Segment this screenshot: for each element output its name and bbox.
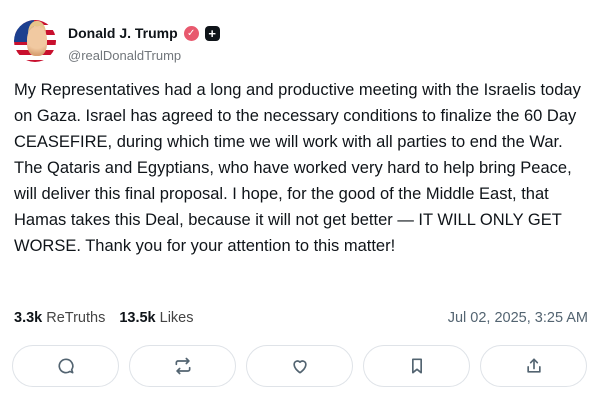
likes-count[interactable]: 13.5k: [119, 310, 155, 326]
share-button[interactable]: [480, 345, 587, 387]
author-name-row: Donald J. Trump ✓ +: [68, 25, 220, 41]
retruth-button[interactable]: [129, 345, 236, 387]
bookmark-button[interactable]: [363, 345, 470, 387]
like-icon: [292, 360, 307, 374]
retruth-icon: [175, 357, 190, 375]
avatar[interactable]: [14, 20, 56, 62]
verified-check-icon: ✓: [183, 25, 199, 41]
like-button[interactable]: [246, 345, 353, 387]
retruths-label[interactable]: ReTruths: [46, 310, 105, 326]
post-text: My Representatives had a long and produc…: [14, 81, 581, 255]
reply-icon: [57, 358, 74, 374]
post-stats: 3.3k ReTruths 13.5k Likes: [14, 310, 203, 326]
likes-label[interactable]: Likes: [160, 310, 194, 326]
author-display-name[interactable]: Donald J. Trump: [68, 25, 178, 41]
author-handle[interactable]: @realDonaldTrump: [68, 48, 181, 63]
action-bar: [12, 345, 587, 387]
retruths-count[interactable]: 3.3k: [14, 310, 42, 326]
share-icon: [526, 358, 541, 373]
reply-button[interactable]: [12, 345, 119, 387]
post-timestamp[interactable]: Jul 02, 2025, 3:25 AM: [448, 310, 588, 326]
bookmark-icon: [411, 358, 422, 374]
plus-badge-icon: +: [204, 25, 220, 41]
